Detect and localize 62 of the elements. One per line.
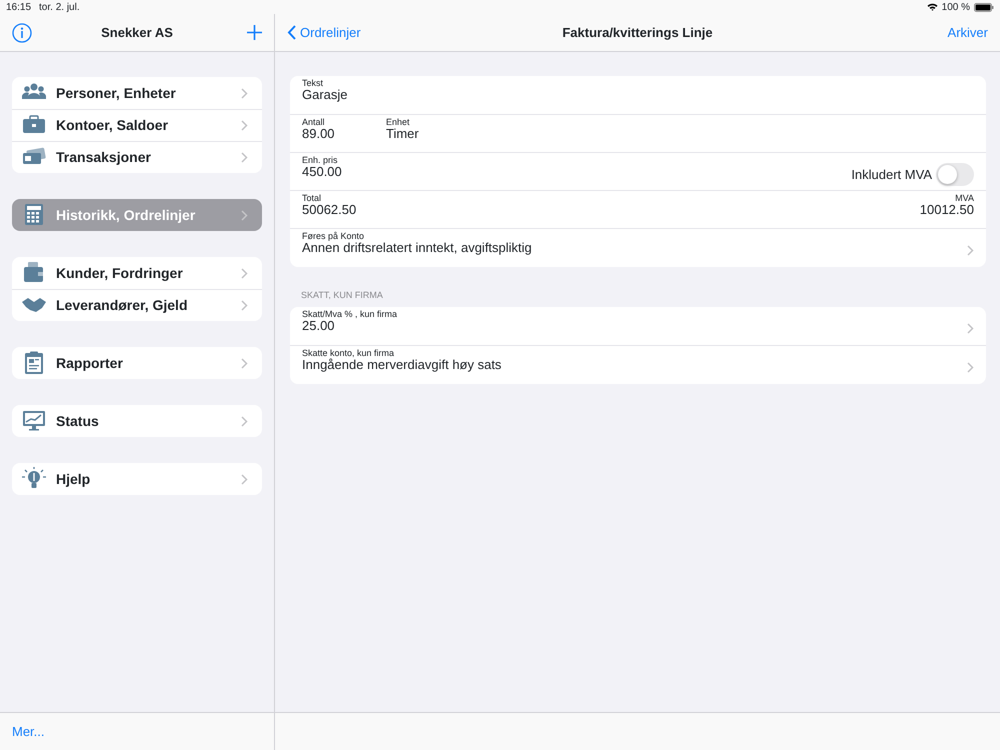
- sidebar-item[interactable]: Rapporter: [12, 347, 262, 379]
- field-label: Skatte konto, kun firma: [302, 348, 396, 358]
- link-row[interactable]: Skatte konto, kun firma Inngående merverdiavgift høy sats: [290, 344, 986, 384]
- back-chevron-icon: [287, 25, 296, 40]
- section-header: SKATT, KUN FIRMA: [301, 290, 383, 300]
- chevron-icon: [241, 120, 248, 131]
- field-label: Enh. pris: [302, 155, 339, 165]
- toggle-label: Inkludert MVA: [851, 166, 932, 184]
- sidebar-item[interactable]: Kontoer, Saldoer: [12, 109, 262, 141]
- battery-icon: [974, 2, 994, 12]
- field-value: 25.00: [302, 318, 336, 332]
- chevron-icon: [241, 210, 248, 220]
- link-row[interactable]: Skatt/Mva % , kun firma 25.00: [290, 306, 986, 344]
- more-link[interactable]: Mer...: [12, 722, 45, 742]
- field-label: MVA: [954, 193, 974, 203]
- link-row[interactable]: Føres på Konto Annen driftsrelatert inntekt, avgiftspliktig: [290, 228, 986, 267]
- clipboard-icon: [22, 351, 46, 375]
- chevron-icon: [241, 152, 248, 163]
- toggle-switch[interactable]: [936, 163, 974, 186]
- chevron-icon: [967, 245, 974, 256]
- field-label: Antall: [302, 117, 326, 127]
- wifi-icon: [926, 3, 938, 11]
- field-value: 450.00: [302, 165, 343, 179]
- field-label: Enhet: [386, 117, 411, 127]
- detail-title: Faktura/kvitterings Linje: [562, 24, 713, 40]
- sidebar-item[interactable]: Transaksjoner: [12, 141, 262, 173]
- wallet-icon: [22, 261, 46, 285]
- chevron-icon: [241, 300, 248, 311]
- archive-link[interactable]: Arkiver: [948, 22, 988, 42]
- calculator-icon: [22, 203, 46, 227]
- field-value: Inngående merverdiavgift høy sats: [302, 358, 502, 372]
- sidebar-item[interactable]: Status: [12, 405, 262, 437]
- back-link[interactable]: Ordrelinjer: [287, 22, 361, 42]
- field-label: Føres på Konto: [302, 231, 366, 241]
- status-time: 16:15: [6, 0, 32, 14]
- field-value: Garasje: [302, 88, 348, 102]
- sidebar-item[interactable]: Leverandører, Gjeld: [12, 289, 262, 321]
- chevron-icon: [967, 322, 974, 334]
- field-value: 10012.50: [920, 203, 974, 217]
- sidebar-item[interactable]: Personer, Enheter: [12, 77, 262, 109]
- chevron-icon: [241, 268, 248, 278]
- field-label: Skatt/Mva % , kun firma: [302, 308, 398, 318]
- sidebar-item[interactable]: Hjelp: [12, 463, 262, 495]
- field-value: 50062.50: [302, 203, 358, 217]
- sidebar-item[interactable]: Kunder, Fordringer: [12, 257, 262, 289]
- chevron-icon: [241, 474, 248, 484]
- chevron-icon: [967, 362, 974, 373]
- chevron-icon: [241, 358, 248, 368]
- field-label: Total: [302, 193, 322, 203]
- field-value: Timer: [386, 127, 419, 141]
- info-icon[interactable]: [12, 22, 32, 42]
- field-value: 89.00: [302, 127, 336, 141]
- monitor-icon: [22, 409, 46, 433]
- chevron-icon: [241, 88, 248, 98]
- status-date: tor. 2. jul.: [39, 0, 80, 14]
- sidebar-title: Snekker AS: [101, 24, 173, 40]
- field-value: Annen driftsrelatert inntekt, avgiftspliktig: [302, 241, 533, 255]
- chevron-icon: [241, 416, 248, 426]
- field-label: Tekst: [302, 78, 324, 88]
- lightbulb-icon: [22, 467, 46, 491]
- add-icon[interactable]: [247, 25, 262, 40]
- battery-percent: 100 %: [942, 0, 970, 14]
